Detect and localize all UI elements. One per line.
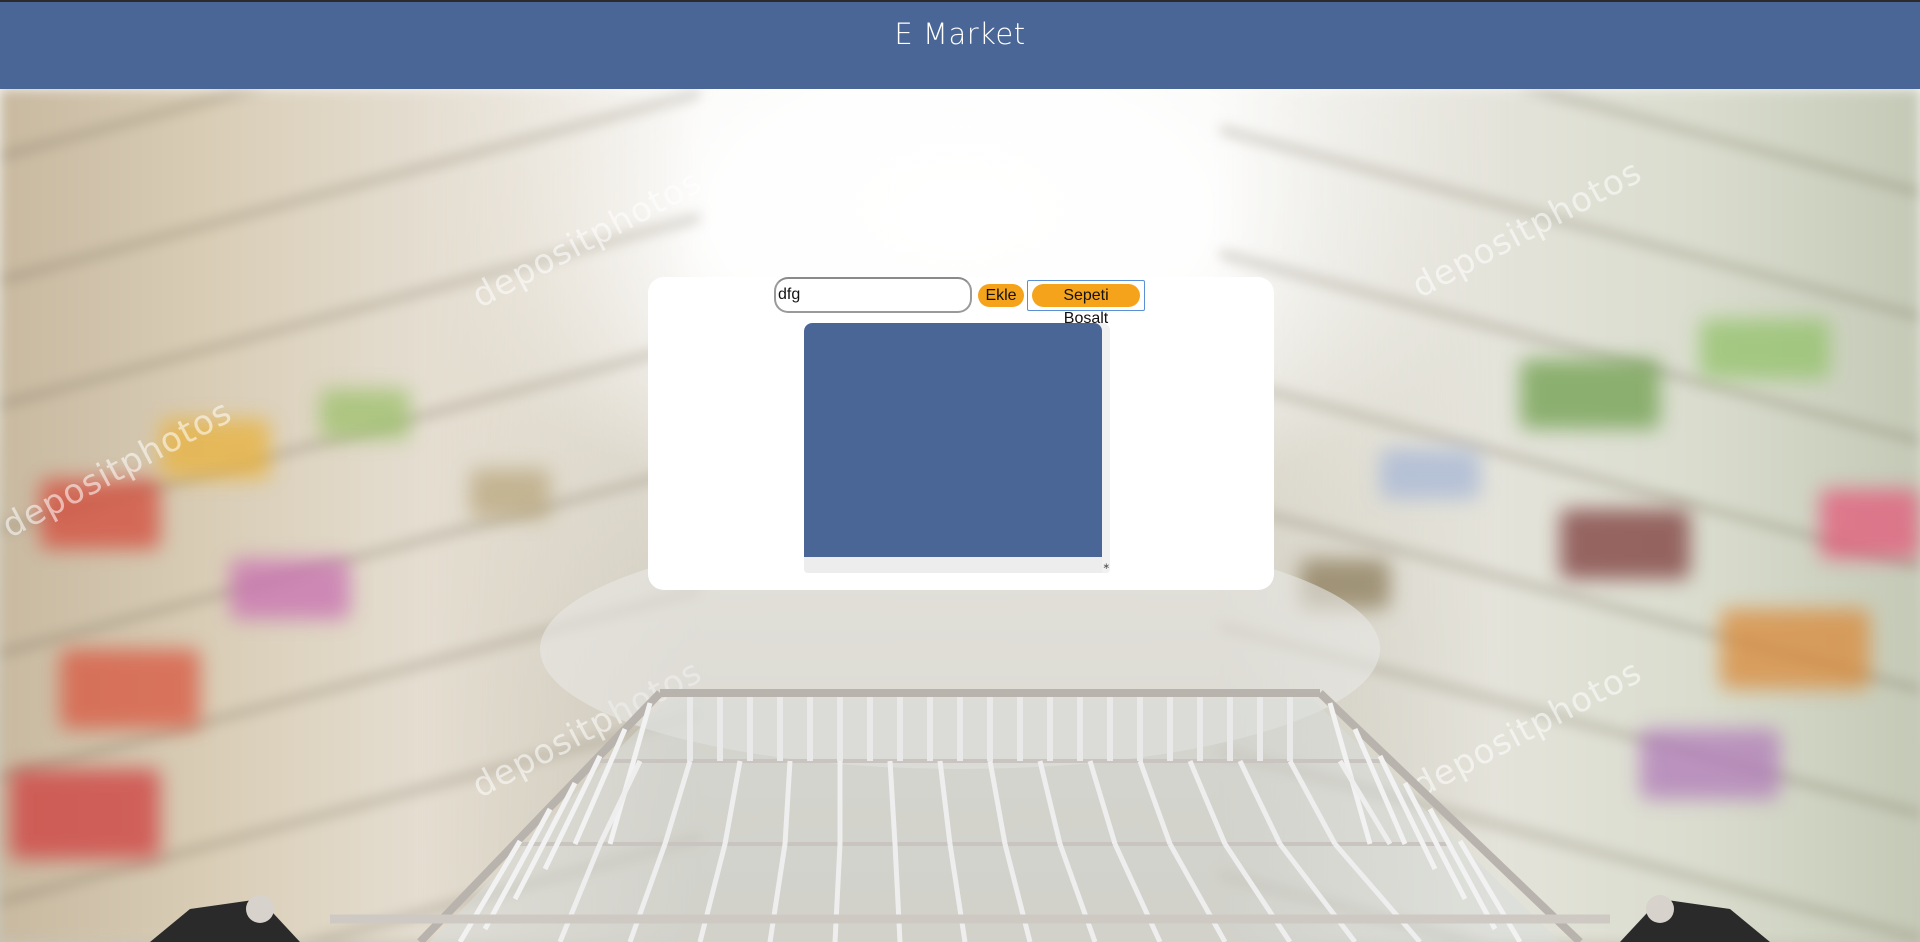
item-input[interactable] [774,277,972,313]
horizontal-scrollbar[interactable] [804,557,1102,573]
cart-items-area [804,323,1102,557]
clear-cart-focus-ring: Sepeti Bosalt [1027,280,1145,327]
add-button[interactable]: Ekle [978,284,1024,307]
app-header: E Market [0,0,1920,89]
cart-panel: Ekle Sepeti Bosalt ∗ [648,277,1274,590]
resize-grip-icon[interactable]: ∗ [1098,559,1110,573]
vertical-scrollbar[interactable] [1102,323,1110,573]
clear-cart-button[interactable]: Sepeti Bosalt [1032,284,1140,327]
cart-items-list[interactable]: ∗ [804,323,1110,573]
page: depositphotos depositphotos depositphoto… [0,0,1920,942]
app-title: E Market [894,17,1026,51]
